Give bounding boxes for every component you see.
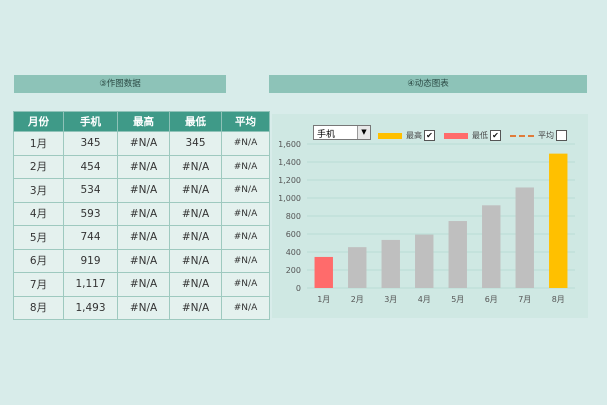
y-tick-label: 400 [286, 248, 301, 257]
table-cell[interactable]: 345 [169, 131, 222, 156]
table-cell[interactable]: 919 [63, 248, 118, 273]
legend-item-max: 最高 ✔ [378, 130, 435, 141]
column-header-min[interactable]: 最低 [169, 111, 222, 132]
table-cell[interactable]: 3月 [13, 178, 64, 203]
dynamic-chart: 0 200 400 600 800 1,000 1,200 1,400 1,600 1月 2月 3月 4… [272, 114, 588, 318]
table-cell[interactable]: #N/A [169, 272, 222, 297]
legend-label-max: 最高 [406, 131, 422, 140]
x-tick-label: 2月 [351, 295, 364, 304]
table-cell[interactable]: #N/A [169, 225, 222, 250]
bar [348, 247, 367, 288]
table-cell[interactable]: 1,493 [63, 295, 118, 320]
table-cell[interactable]: #N/A [117, 248, 170, 273]
table-cell[interactable]: 8月 [13, 295, 64, 320]
table-row: 3月 534 #N/A #N/A #N/A [13, 178, 270, 203]
y-tick-label: 200 [286, 266, 301, 275]
table-cell[interactable]: 1,117 [63, 272, 118, 297]
x-tick-label: 8月 [552, 295, 565, 304]
y-tick-label: 1,400 [278, 158, 301, 167]
x-tick-label: 4月 [418, 295, 431, 304]
legend-swatch-avg [510, 135, 534, 137]
data-section-header: ③作图数据 [14, 75, 226, 93]
table-cell[interactable]: 6月 [13, 248, 64, 273]
bar [515, 187, 534, 288]
table-cell[interactable]: #N/A [117, 225, 170, 250]
table-cell[interactable]: #N/A [221, 272, 270, 297]
y-tick-label: 0 [296, 284, 301, 293]
table-cell[interactable]: #N/A [221, 225, 270, 250]
x-tick-label: 7月 [518, 295, 531, 304]
table-header-row: 月份 手机 最高 最低 平均 [13, 111, 270, 132]
checkbox-avg[interactable] [556, 130, 567, 141]
table-cell[interactable]: 7月 [13, 272, 64, 297]
table-cell[interactable]: 454 [63, 154, 118, 179]
table-cell[interactable]: #N/A [169, 248, 222, 273]
table-cell[interactable]: #N/A [221, 178, 270, 203]
column-header-avg[interactable]: 平均 [221, 111, 270, 132]
bar [314, 256, 333, 288]
table-row: 6月 919 #N/A #N/A #N/A [13, 248, 270, 273]
table-cell[interactable]: 744 [63, 225, 118, 250]
x-tick-label: 5月 [451, 295, 464, 304]
table-row: 2月 454 #N/A #N/A #N/A [13, 154, 270, 179]
legend-item-avg: 平均 [510, 130, 567, 141]
legend-item-min: 最低 ✔ [444, 130, 501, 141]
table-cell[interactable]: 593 [63, 201, 118, 226]
bar [415, 234, 434, 288]
table-cell[interactable]: 2月 [13, 154, 64, 179]
table-cell[interactable]: #N/A [221, 295, 270, 320]
table-cell[interactable]: 4月 [13, 201, 64, 226]
bar [482, 205, 501, 288]
x-tick-label: 6月 [485, 295, 498, 304]
legend-label-avg: 平均 [538, 131, 554, 140]
data-table: 月份 手机 最高 最低 平均 1月 345 #N/A 345 #N/A 2月 4… [13, 111, 270, 320]
table-cell[interactable]: #N/A [117, 131, 170, 156]
product-dropdown-value: 手机 [317, 130, 336, 140]
column-header-phone[interactable]: 手机 [63, 111, 118, 132]
table-cell[interactable]: #N/A [117, 295, 170, 320]
bar [549, 153, 568, 288]
y-tick-label: 1,200 [278, 176, 301, 185]
table-row: 7月 1,117 #N/A #N/A #N/A [13, 272, 270, 297]
bar [381, 239, 400, 288]
table-row: 4月 593 #N/A #N/A #N/A [13, 201, 270, 226]
table-cell[interactable]: #N/A [221, 201, 270, 226]
x-tick-label: 1月 [317, 295, 330, 304]
y-tick-label: 1,600 [278, 140, 301, 149]
table-cell[interactable]: #N/A [169, 178, 222, 203]
table-cell[interactable]: #N/A [117, 178, 170, 203]
x-tick-label: 3月 [384, 295, 397, 304]
table-cell[interactable]: #N/A [117, 154, 170, 179]
table-row: 8月 1,493 #N/A #N/A #N/A [13, 295, 270, 320]
legend-swatch-min [444, 133, 468, 139]
table-cell[interactable]: 534 [63, 178, 118, 203]
column-header-max[interactable]: 最高 [117, 111, 170, 132]
table-cell[interactable]: #N/A [169, 154, 222, 179]
legend-swatch-max [378, 133, 402, 139]
y-tick-label: 1,000 [278, 194, 301, 203]
legend-label-min: 最低 [472, 131, 488, 140]
table-cell[interactable]: #N/A [169, 295, 222, 320]
table-cell[interactable]: 5月 [13, 225, 64, 250]
table-cell[interactable]: 1月 [13, 131, 64, 156]
product-dropdown[interactable]: 手机 ▼ [313, 125, 371, 140]
checkbox-min[interactable]: ✔ [490, 130, 501, 141]
table-cell[interactable]: #N/A [117, 201, 170, 226]
chevron-down-icon[interactable]: ▼ [357, 126, 370, 139]
table-row: 1月 345 #N/A 345 #N/A [13, 131, 270, 156]
table-cell[interactable]: #N/A [221, 248, 270, 273]
table-cell[interactable]: #N/A [221, 154, 270, 179]
column-header-month[interactable]: 月份 [13, 111, 64, 132]
bar [448, 221, 467, 288]
checkbox-max[interactable]: ✔ [424, 130, 435, 141]
table-cell[interactable]: #N/A [117, 272, 170, 297]
table-cell[interactable]: #N/A [169, 201, 222, 226]
y-tick-label: 600 [286, 230, 301, 239]
table-row: 5月 744 #N/A #N/A #N/A [13, 225, 270, 250]
table-cell[interactable]: 345 [63, 131, 118, 156]
table-cell[interactable]: #N/A [221, 131, 270, 156]
chart-section-header: ④动态图表 [269, 75, 587, 93]
y-tick-label: 800 [286, 212, 301, 221]
bar-chart: 0 200 400 600 800 1,000 1,200 1,400 1,600 1月 2月 3月 4… [278, 140, 575, 304]
